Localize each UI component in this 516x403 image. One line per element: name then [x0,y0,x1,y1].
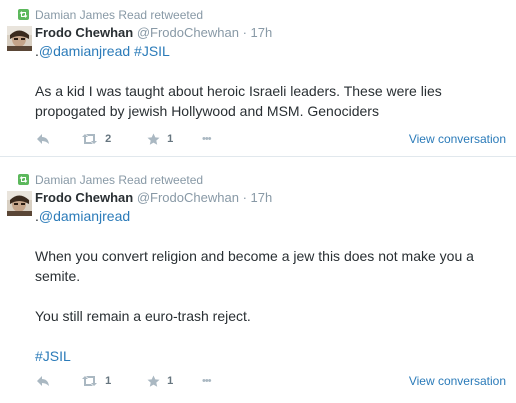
author-handle[interactable]: @FrodoChewhan [137,190,239,205]
reply-icon [37,134,49,145]
tweet-2[interactable]: Damian James Read retweeted Frodo Chewha… [0,157,516,403]
tweet-paragraph: As a kid I was taught about heroic Israe… [35,83,442,119]
reply-icon [37,376,49,387]
tweet-actions: 2 1 ••• View conversation [0,131,516,147]
favorite-button[interactable]: 1 [147,131,173,147]
author-name[interactable]: Frodo Chewhan [35,25,133,40]
favorite-button[interactable]: 1 [147,373,173,389]
avatar[interactable] [7,191,32,216]
timestamp[interactable]: · 17h [243,25,273,40]
favorite-count: 1 [167,133,174,146]
reply-button[interactable] [36,131,50,147]
mention-link[interactable]: @damianjread [39,43,130,59]
retweet-context: Damian James Read retweeted [18,173,203,187]
tweet-paragraph: You still remain a euro-trash reject. [35,308,251,324]
mention-link[interactable]: @damianjread [39,208,130,224]
author-name[interactable]: Frodo Chewhan [35,190,133,205]
tweet-paragraph: When you convert religion and become a j… [35,248,474,284]
retweet-context: Damian James Read retweeted [18,8,203,22]
tweet-header: Frodo Chewhan @FrodoChewhan · 17h [35,190,272,206]
retweet-icon [82,376,97,387]
view-conversation-link[interactable]: View conversation [409,373,506,389]
reply-line: .@damianjread #JSIL [35,41,505,61]
retweet-badge-icon [18,9,29,20]
retweeted-by-text[interactable]: Damian James Read retweeted [35,8,203,22]
author-handle[interactable]: @FrodoChewhan [137,25,239,40]
retweeted-by-text[interactable]: Damian James Read retweeted [35,173,203,187]
reply-button[interactable] [36,373,50,389]
reply-line: .@damianjread [35,206,505,226]
avatar[interactable] [7,26,32,51]
retweet-count: 1 [105,375,112,388]
retweet-button[interactable]: 1 [81,373,111,389]
hashtag-link[interactable]: #JSIL [35,346,505,366]
retweet-badge-icon [18,174,29,185]
more-options-icon[interactable]: ••• [202,131,212,147]
tweet-text: .@damianjread #JSIL As a kid I was taugh… [35,41,505,121]
star-icon [147,375,160,387]
more-options-icon[interactable]: ••• [202,373,212,389]
tweet-1[interactable]: Damian James Read retweeted Frodo Chewha… [0,0,516,156]
favorite-count: 1 [167,375,174,388]
timestamp[interactable]: · 17h [243,190,273,205]
retweet-icon [82,134,97,145]
view-conversation-link[interactable]: View conversation [409,131,506,147]
star-icon [147,133,160,145]
tweet-text: .@damianjread When you convert religion … [35,206,505,366]
retweet-count: 2 [105,133,112,146]
retweet-button[interactable]: 2 [81,131,111,147]
tweet-header: Frodo Chewhan @FrodoChewhan · 17h [35,25,272,41]
tweet-actions: 1 1 ••• View conversation [0,373,516,389]
hashtag-link[interactable]: #JSIL [134,43,170,59]
